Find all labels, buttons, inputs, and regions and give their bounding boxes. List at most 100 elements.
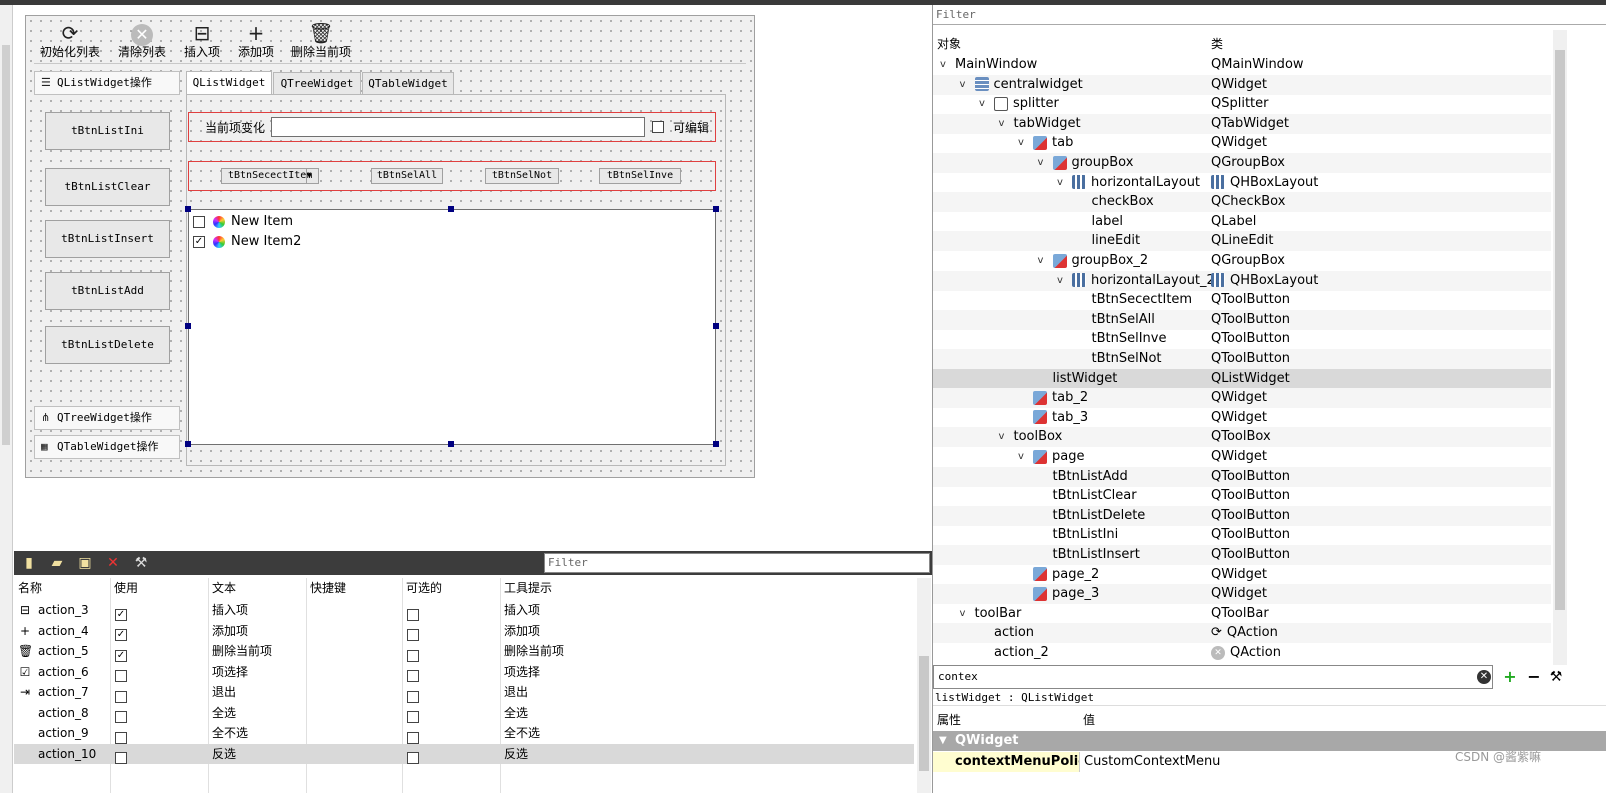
used-checkbox[interactable] bbox=[115, 748, 127, 768]
copy-action-icon[interactable]: ▰ bbox=[48, 554, 66, 572]
object-tree-row[interactable]: v tab QWidget bbox=[933, 133, 1551, 153]
selection-handle[interactable] bbox=[448, 206, 454, 212]
tbtn-list-clear[interactable]: tBtnListClear bbox=[45, 168, 170, 206]
toolbar-delete-item-button[interactable]: 🗑 删除当前项 bbox=[288, 21, 354, 63]
current-item-line-edit[interactable] bbox=[271, 117, 645, 137]
action-row[interactable]: 🗑 action_5 ✓ 删除当前项 删除当前项 bbox=[14, 641, 914, 662]
chevron-down-icon[interactable]: v bbox=[1054, 271, 1066, 291]
editable-checkbox[interactable] bbox=[652, 121, 664, 133]
action-row[interactable]: + action_4 ✓ 添加项 添加项 bbox=[14, 621, 914, 641]
action-header-3[interactable]: 快捷键 bbox=[310, 578, 346, 598]
object-tree-row[interactable]: listWidget QListWidget bbox=[933, 368, 1551, 389]
object-column-header[interactable]: 对象 bbox=[937, 34, 961, 54]
tab-qtreewidget[interactable]: QTreeWidget bbox=[273, 72, 361, 94]
action-header-5[interactable]: 工具提示 bbox=[504, 578, 552, 598]
action-row[interactable]: action_8 全选 全选 bbox=[14, 703, 914, 723]
tbtn-list-delete[interactable]: tBtnListDelete bbox=[45, 326, 170, 364]
object-tree-row[interactable]: tBtnSelInve QToolButton bbox=[933, 329, 1551, 349]
object-tree-row[interactable]: v splitter QSplitter bbox=[933, 94, 1551, 114]
list-widget[interactable]: New Item ✓ New Item2 bbox=[188, 209, 716, 445]
object-tree-row[interactable]: tab_2 QWidget bbox=[933, 388, 1551, 409]
selection-handle[interactable] bbox=[448, 441, 454, 447]
action-row[interactable]: ☑ action_6 项选择 项选择 bbox=[14, 662, 914, 682]
object-tree-row[interactable]: v tabWidget QTabWidget bbox=[933, 113, 1551, 134]
action-scrollbar[interactable] bbox=[917, 578, 931, 793]
wrench-icon[interactable]: ⚒ bbox=[132, 554, 150, 572]
action-row[interactable]: ⊟ action_3 ✓ 插入项 插入项 bbox=[14, 600, 914, 621]
add-property-icon[interactable]: + bbox=[1501, 668, 1519, 686]
tbtn-list-insert[interactable]: tBtnListInsert bbox=[45, 220, 170, 258]
action-row[interactable]: action_10 反选 反选 bbox=[14, 743, 914, 764]
object-tree-row[interactable]: tab_3 QWidget bbox=[933, 408, 1551, 428]
object-tree-row[interactable]: v horizontalLayout QHBoxLayout bbox=[933, 173, 1551, 193]
chevron-down-icon[interactable]: v bbox=[996, 427, 1008, 447]
selection-handle[interactable] bbox=[713, 206, 719, 212]
toolbox-page-list[interactable]: ☰ QListWidget操作 bbox=[34, 71, 180, 95]
main-window-form[interactable]: ⟳ 初始化列表 ✕ 清除列表 ⊟ 插入项 + 添加项 🗑 删除当前项 ☰ QLis… bbox=[25, 15, 755, 478]
chevron-down-icon[interactable]: v bbox=[996, 114, 1008, 134]
toolbar-clear-list-button[interactable]: ✕ 清除列表 bbox=[114, 21, 170, 63]
tbtn-select-item[interactable]: tBtnSecectItem ▼ bbox=[221, 168, 319, 184]
selection-handle[interactable] bbox=[185, 441, 191, 447]
object-tree-row[interactable]: action_2 ✕ QAction bbox=[933, 643, 1551, 663]
paste-action-icon[interactable]: ▣ bbox=[76, 554, 94, 572]
property-filter-input[interactable]: contex bbox=[933, 665, 1493, 689]
object-filter-input[interactable]: Filter bbox=[933, 5, 1606, 25]
chevron-down-icon[interactable]: v bbox=[1035, 251, 1047, 271]
list-item[interactable]: New Item bbox=[193, 212, 293, 232]
dropdown-arrow-icon[interactable]: ▼ bbox=[306, 169, 318, 183]
action-header-1[interactable]: 使用 bbox=[114, 578, 138, 598]
action-header-4[interactable]: 可选的 bbox=[406, 578, 442, 598]
tbtn-sel-all[interactable]: tBtnSelAll bbox=[371, 168, 443, 184]
selection-handle[interactable] bbox=[713, 323, 719, 329]
object-tree-row[interactable]: tBtnSelAll QToolButton bbox=[933, 309, 1551, 330]
object-tree-row[interactable]: tBtnSecectItem QToolButton bbox=[933, 290, 1551, 310]
object-tree-row[interactable]: tBtnListDelete QToolButton bbox=[933, 505, 1551, 526]
tab-qlistwidget[interactable]: QListWidget bbox=[186, 71, 272, 95]
toolbar-insert-item-button[interactable]: ⊟ 插入项 bbox=[180, 21, 224, 63]
left-scrollbar[interactable] bbox=[0, 5, 13, 793]
scrollbar-thumb[interactable] bbox=[2, 45, 10, 445]
object-tree-row[interactable]: tBtnListAdd QToolButton bbox=[933, 466, 1551, 487]
object-scrollbar[interactable] bbox=[1553, 30, 1567, 665]
list-item-checkbox[interactable]: ✓ bbox=[193, 235, 205, 248]
object-tree-row[interactable]: tBtnSelNot QToolButton bbox=[933, 349, 1551, 369]
tab-qtablewidget[interactable]: QTableWidget bbox=[362, 72, 454, 94]
delete-action-icon[interactable]: ✕ bbox=[104, 554, 122, 572]
object-tree-row[interactable]: v groupBox_2 QGroupBox bbox=[933, 251, 1551, 271]
toolbox-page-table[interactable]: ▦ QTableWidget操作 bbox=[34, 435, 180, 459]
chevron-down-icon[interactable]: v bbox=[957, 75, 969, 95]
action-row[interactable]: ⇥ action_7 退出 退出 bbox=[14, 682, 914, 703]
selection-handle[interactable] bbox=[713, 441, 719, 447]
object-tree-row[interactable]: v page QWidget bbox=[933, 447, 1551, 467]
chevron-down-icon[interactable]: v bbox=[976, 94, 988, 114]
object-tree-row[interactable]: checkBox QCheckBox bbox=[933, 192, 1551, 213]
selection-handle[interactable] bbox=[185, 206, 191, 212]
object-tree-row[interactable]: tBtnListInsert QToolButton bbox=[933, 545, 1551, 565]
chevron-down-icon[interactable]: v bbox=[1035, 153, 1047, 173]
chevron-down-icon[interactable]: v bbox=[937, 55, 949, 75]
chevron-down-icon[interactable]: v bbox=[1054, 173, 1066, 193]
new-action-icon[interactable]: ▮ bbox=[20, 554, 38, 572]
action-row[interactable]: action_9 全不选 全不选 bbox=[14, 723, 914, 744]
scrollbar-thumb[interactable] bbox=[1555, 50, 1565, 610]
object-tree-row[interactable]: label QLabel bbox=[933, 212, 1551, 232]
wrench-icon[interactable]: ⚒ bbox=[1547, 668, 1565, 686]
toolbar-add-item-button[interactable]: + 添加项 bbox=[234, 21, 278, 63]
object-tree-row[interactable]: page_2 QWidget bbox=[933, 565, 1551, 585]
chevron-down-icon[interactable]: v bbox=[1015, 447, 1027, 467]
checkable-checkbox[interactable] bbox=[407, 748, 419, 768]
tbtn-sel-inve[interactable]: tBtnSelInve bbox=[599, 168, 681, 184]
scrollbar-thumb[interactable] bbox=[919, 656, 929, 771]
tbtn-list-ini[interactable]: tBtnListIni bbox=[45, 112, 170, 150]
selection-handle[interactable] bbox=[185, 323, 191, 329]
tbtn-list-add[interactable]: tBtnListAdd bbox=[45, 272, 170, 310]
chevron-down-icon[interactable]: v bbox=[957, 604, 969, 624]
chevron-down-icon[interactable]: v bbox=[1015, 133, 1027, 153]
toolbar-init-list-button[interactable]: ⟳ 初始化列表 bbox=[38, 21, 102, 63]
list-item[interactable]: ✓ New Item2 bbox=[193, 232, 301, 252]
toolbox-page-tree[interactable]: ⋔ QTreeWidget操作 bbox=[34, 406, 180, 430]
object-tree-row[interactable]: v toolBox QToolBox bbox=[933, 427, 1551, 448]
object-tree-row[interactable]: v toolBar QToolBar bbox=[933, 604, 1551, 624]
chevron-down-icon[interactable]: ▼ bbox=[939, 731, 947, 751]
